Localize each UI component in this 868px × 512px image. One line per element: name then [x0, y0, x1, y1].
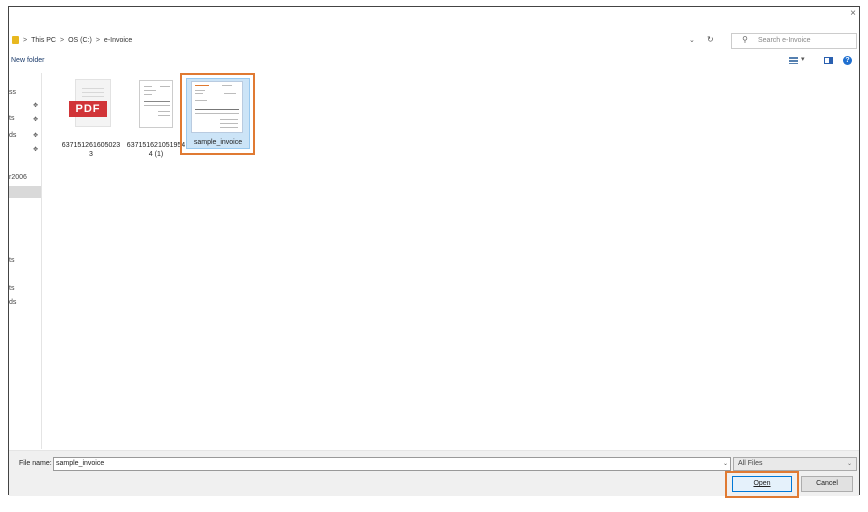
- search-input[interactable]: Search e-Invoice: [758, 37, 811, 44]
- file-name: 637151621051954 4 (1): [126, 142, 186, 158]
- chevron-down-icon: ⌄: [846, 461, 852, 467]
- breadcrumb-separator: >: [23, 37, 28, 44]
- file-name-label: File name:: [19, 460, 52, 467]
- search-icon: ⚲: [742, 35, 748, 44]
- nav-item[interactable]: ts: [9, 285, 14, 292]
- cancel-button[interactable]: Cancel: [801, 476, 853, 492]
- file-type-filter-select[interactable]: All Files ⌄: [733, 457, 857, 471]
- search-box[interactable]: ⚲ Search e-Invoice: [731, 33, 857, 49]
- file-type-filter-value: All Files: [738, 460, 763, 467]
- open-highlight-box: [725, 471, 799, 498]
- selection-highlight-box: [180, 73, 255, 155]
- close-icon[interactable]: ×: [850, 9, 856, 19]
- nav-item-selected[interactable]: [9, 186, 41, 198]
- folder-icon: [12, 36, 19, 44]
- breadcrumb-this-pc[interactable]: This PC: [31, 37, 56, 44]
- pin-icon: ✥: [33, 117, 39, 123]
- nav-item[interactable]: ts: [9, 257, 14, 264]
- pin-icon: ✥: [33, 103, 39, 109]
- nav-item[interactable]: ds: [9, 132, 16, 139]
- pdf-badge: PDF: [69, 101, 107, 117]
- breadcrumb-os-drive[interactable]: OS (C:): [68, 37, 92, 44]
- nav-item[interactable]: ss: [9, 89, 16, 96]
- help-icon[interactable]: ?: [843, 56, 852, 65]
- address-bar[interactable]: > This PC > OS (C:) > e-Invoice ⌄ ↻ ⚲ Se…: [9, 32, 859, 52]
- file-name: 637151261605023 3: [61, 142, 121, 158]
- navigation-pane[interactable]: ss ts ✥ ✥ ds ✥ ✥ r2006 ts ts ds: [9, 73, 42, 449]
- nav-item[interactable]: r2006: [9, 174, 27, 181]
- preview-pane-icon[interactable]: [824, 57, 833, 64]
- view-options-icon[interactable]: [789, 57, 798, 64]
- breadcrumb-separator: >: [95, 37, 100, 44]
- file-name-dropdown-icon[interactable]: ⌄: [723, 460, 728, 467]
- open-file-dialog: × > This PC > OS (C:) > e-Invoice ⌄ ↻ ⚲ …: [8, 6, 860, 498]
- pin-icon: ✥: [33, 133, 39, 139]
- toolbar: New folder ▾ ?: [9, 54, 859, 72]
- breadcrumb-separator: >: [60, 37, 65, 44]
- new-folder-button[interactable]: New folder: [11, 57, 44, 64]
- nav-item[interactable]: ds: [9, 299, 16, 306]
- address-dropdown-icon[interactable]: ⌄: [689, 36, 695, 44]
- dialog-footer: File name: sample_invoice ⌄ All Files ⌄ …: [9, 450, 859, 498]
- view-dropdown-icon[interactable]: ▾: [801, 55, 805, 63]
- breadcrumb-e-invoice[interactable]: e-Invoice: [104, 37, 132, 44]
- nav-item[interactable]: ts: [9, 115, 14, 122]
- pin-icon: ✥: [33, 147, 39, 153]
- refresh-icon[interactable]: ↻: [707, 35, 714, 44]
- breadcrumb[interactable]: > This PC > OS (C:) > e-Invoice: [23, 37, 132, 44]
- invoice-thumbnail: [139, 80, 173, 128]
- file-name-input[interactable]: sample_invoice: [53, 457, 731, 471]
- file-list[interactable]: PDF 637151261605023 3 637151621051954 4 …: [43, 73, 859, 449]
